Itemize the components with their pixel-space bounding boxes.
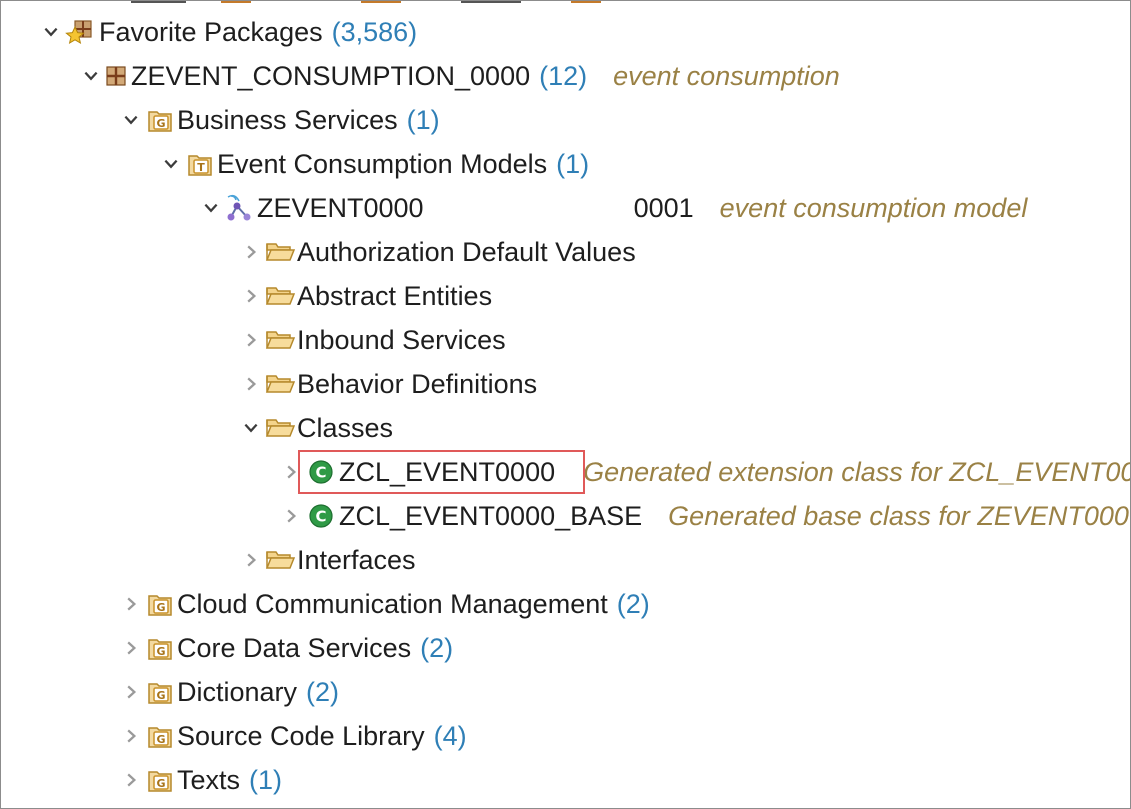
tree-node-folder[interactable]: Authorization Default Values (1, 230, 1130, 274)
model-description: event consumption model (719, 192, 1028, 223)
tree-node-interfaces-folder[interactable]: Interfaces (1, 538, 1130, 582)
tree-node-label: Cloud Communication Management (177, 588, 608, 619)
package-description: event consumption (613, 60, 840, 91)
chevron-down-icon[interactable] (79, 54, 103, 98)
chevron-right-icon[interactable] (239, 274, 263, 318)
project-explorer-tree: Favorite Packages (3,586) ZEVENT_CONSUMP… (0, 0, 1131, 809)
tree-node-label: Classes (297, 412, 394, 443)
item-count: (2) (420, 632, 454, 663)
chevron-right-icon[interactable] (119, 670, 143, 714)
event-model-icon (223, 186, 257, 230)
folder-group-icon (143, 670, 177, 714)
folder-open-icon (263, 318, 297, 362)
tree-node-label: Business Services (177, 104, 398, 135)
chevron-right-icon[interactable] (119, 714, 143, 758)
tree-node-business-services[interactable]: Business Services (1) (1, 98, 1130, 142)
tree-node-label: Abstract Entities (297, 280, 493, 311)
folder-open-icon (263, 406, 297, 450)
chevron-down-icon[interactable] (239, 406, 263, 450)
class-description: Generated extension class for ZCL_EVENT0… (583, 456, 1131, 487)
tree-node-folder[interactable]: Abstract Entities (1, 274, 1130, 318)
tree-node-event-consumption-models[interactable]: Event Consumption Models (1) (1, 142, 1130, 186)
folder-open-icon (263, 230, 297, 274)
selection-highlight-box (298, 450, 585, 494)
class-icon (303, 494, 339, 538)
item-count: (1) (556, 148, 590, 179)
chevron-right-icon[interactable] (239, 538, 263, 582)
tree-node-label: Source Code Library (177, 720, 425, 751)
chevron-down-icon[interactable] (39, 10, 63, 54)
tree-node-label: Event Consumption Models (217, 148, 548, 179)
item-count: (3,586) (331, 16, 418, 47)
tree-node-classes-folder[interactable]: Classes (1, 406, 1130, 450)
chevron-right-icon[interactable] (239, 230, 263, 274)
top-edge-strip (131, 1, 611, 3)
tree-node-group[interactable]: Cloud Communication Management (2) (1, 582, 1130, 626)
folder-type-icon (183, 142, 217, 186)
tree-node-label: Favorite Packages (99, 16, 323, 47)
tree-node-class[interactable]: ZCL_EVENT0000_BASE Generated base class … (1, 494, 1131, 538)
chevron-right-icon[interactable] (119, 758, 143, 802)
item-count: (2) (306, 676, 340, 707)
tree-node-favorite-packages[interactable]: Favorite Packages (3,586) (1, 10, 1130, 54)
chevron-right-icon[interactable] (119, 626, 143, 670)
folder-open-icon (263, 538, 297, 582)
item-count: (1) (249, 764, 283, 795)
tree-node-label: Core Data Services (177, 632, 412, 663)
tree-node-group[interactable]: Core Data Services (2) (1, 626, 1130, 670)
class-description: Generated base class for ZEVENT0000 (668, 500, 1131, 531)
tree-node-label: Inbound Services (297, 324, 506, 355)
folder-group-icon (143, 98, 177, 142)
tree-node-group[interactable]: Dictionary (2) (1, 670, 1130, 714)
item-count: (1) (406, 104, 440, 135)
item-count: (12) (539, 60, 588, 91)
tree-node-label: Dictionary (177, 676, 298, 707)
tree-node-folder[interactable]: Inbound Services (1, 318, 1130, 362)
tree-node-label: Texts (177, 764, 241, 795)
tree-node-label: ZEVENT0000 (257, 192, 424, 223)
star-package-icon (63, 10, 97, 54)
tree-node-label: Behavior Definitions (297, 368, 538, 399)
tree-node-group[interactable]: Source Code Library (4) (1, 714, 1130, 758)
item-count: (4) (433, 720, 467, 751)
item-count: (2) (616, 588, 650, 619)
chevron-right-icon[interactable] (239, 318, 263, 362)
model-version: 0001 (633, 192, 694, 223)
chevron-down-icon[interactable] (119, 98, 143, 142)
folder-open-icon (263, 362, 297, 406)
folder-group-icon (143, 626, 177, 670)
folder-group-icon (143, 758, 177, 802)
chevron-right-icon[interactable] (279, 494, 303, 538)
tree-node-package[interactable]: ZEVENT_CONSUMPTION_0000 (12) event consu… (1, 54, 1130, 98)
tree-node-event-model[interactable]: ZEVENT0000 0001 event consumption model (1, 186, 1130, 230)
folder-group-icon (143, 582, 177, 626)
chevron-down-icon[interactable] (199, 186, 223, 230)
tree-node-label: Interfaces (297, 544, 416, 575)
tree-node-label: ZCL_EVENT0000_BASE (339, 500, 643, 531)
folder-open-icon (263, 274, 297, 318)
tree-node-label: ZEVENT_CONSUMPTION_0000 (131, 60, 531, 91)
tree-node-folder[interactable]: Behavior Definitions (1, 362, 1130, 406)
tree-node-group[interactable]: Texts (1) (1, 758, 1130, 802)
folder-group-icon (143, 714, 177, 758)
chevron-down-icon[interactable] (159, 142, 183, 186)
chevron-right-icon[interactable] (119, 582, 143, 626)
package-icon (103, 54, 129, 98)
chevron-right-icon[interactable] (239, 362, 263, 406)
tree-node-label: Authorization Default Values (297, 236, 636, 267)
